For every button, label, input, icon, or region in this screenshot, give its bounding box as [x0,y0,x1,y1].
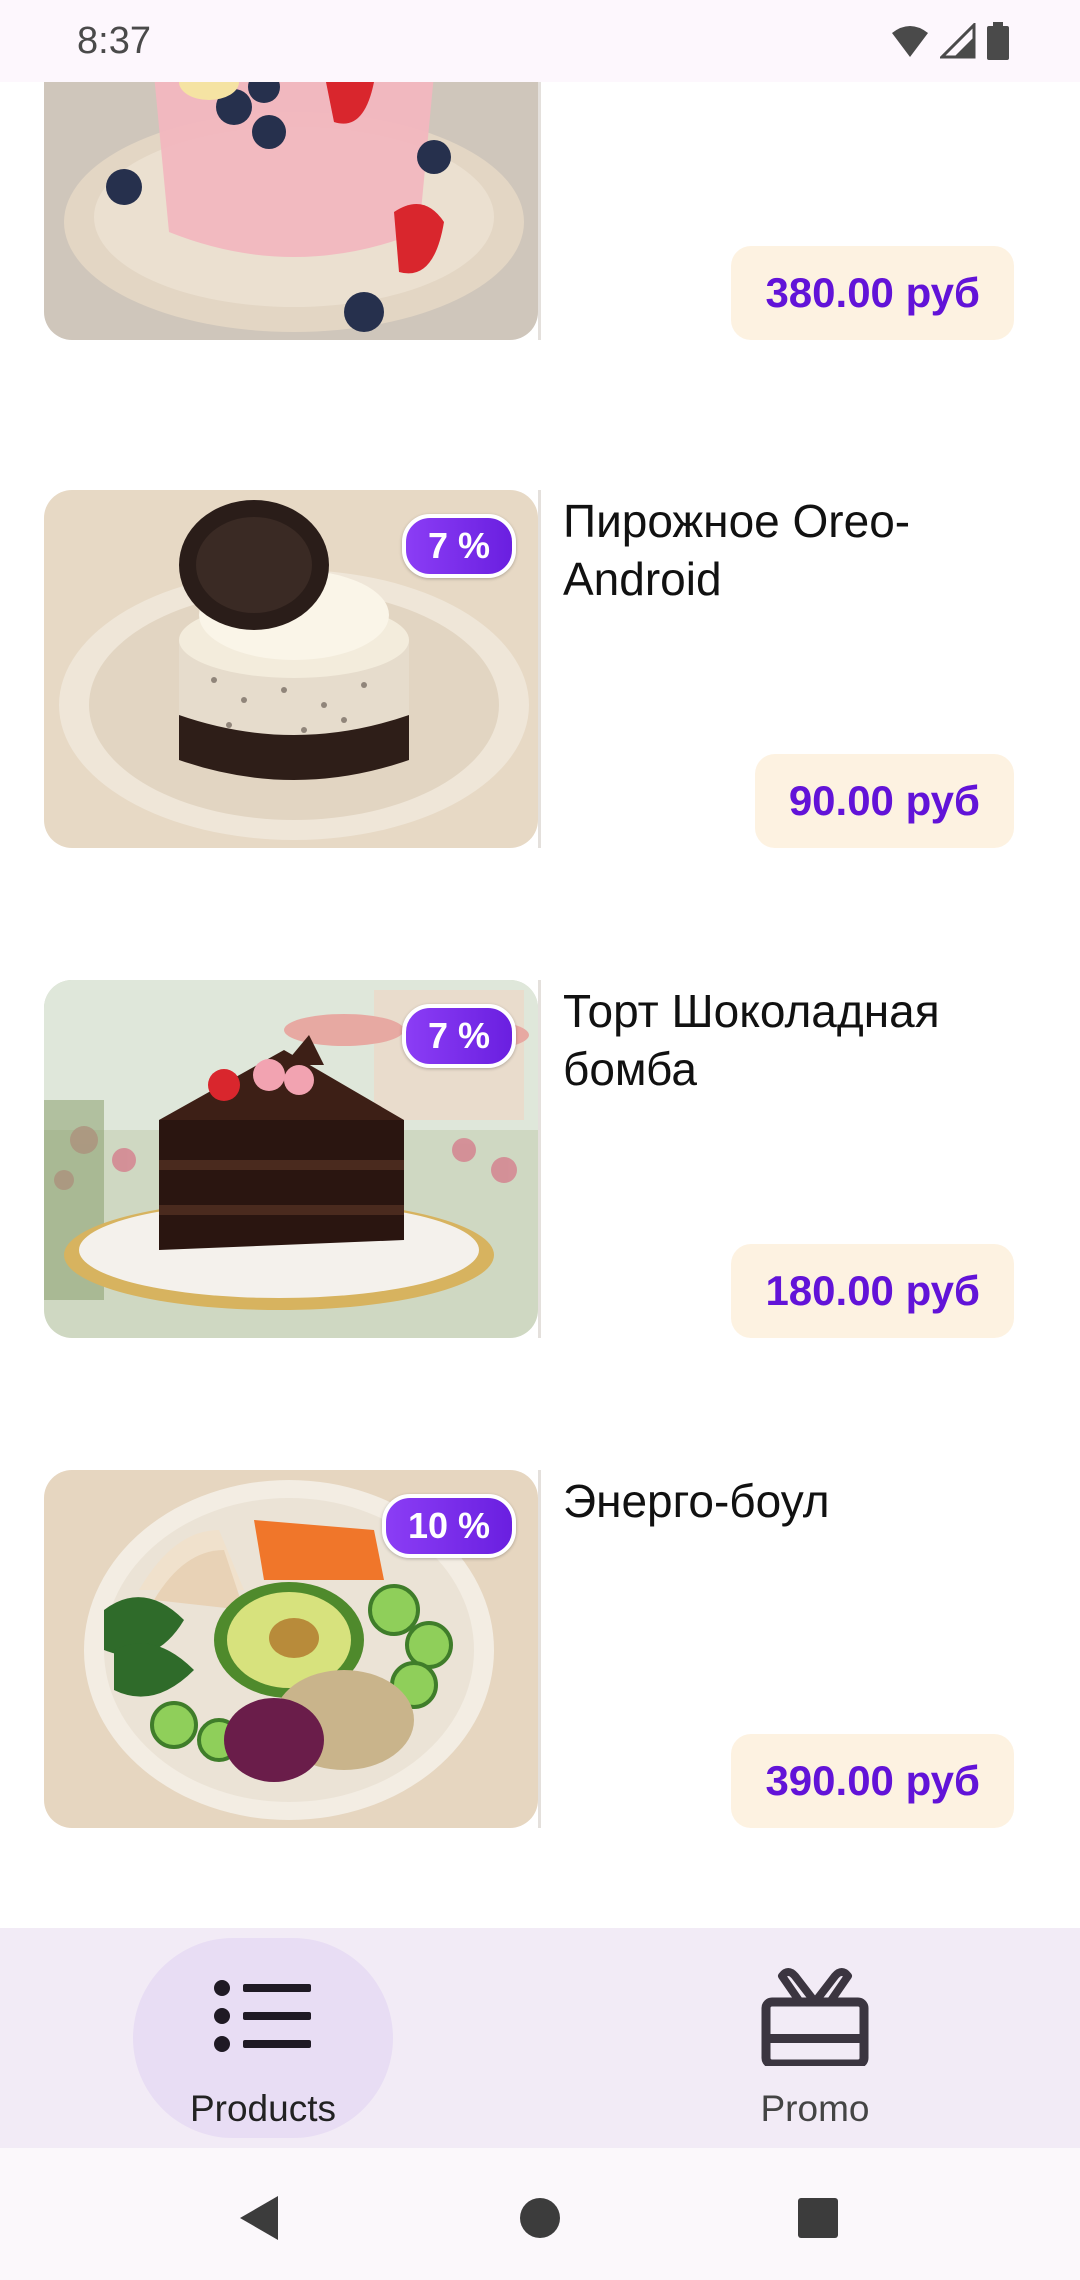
product-price: 180.00 руб [731,1244,1014,1338]
product-title: Торт Шоколадная бомба [563,985,940,1095]
product-card[interactable]: 380.00 руб [44,82,1044,340]
bottom-navigation: Products Promo [0,1928,1080,2148]
nav-item-promo[interactable]: Promo [685,1938,945,2138]
bowl-image: 10 % [44,1470,538,1828]
product-price: 390.00 руб [731,1734,1014,1828]
chocolate-cake-image: 7 % [44,980,538,1338]
oreo-cake-image: 7 % [44,490,538,848]
status-time: 8:37 [77,20,151,62]
product-card[interactable]: 7 % Торт Шоколадная бомба 180.00 руб [44,980,1044,1338]
recents-icon[interactable] [788,2188,848,2248]
product-card[interactable]: 10 % Энерго-боул 390.00 руб [44,1470,1044,1828]
smoothie-image [44,82,538,340]
discount-badge: 7 % [401,1004,516,1068]
screen: 8:37 380.00 руб 7 % Пирожное Oreo-Androi… [0,0,1080,2280]
thumb-edge [538,1470,541,1828]
status-bar: 8:37 [0,0,1080,82]
product-title: Пирожное Oreo-Android [563,495,911,605]
product-list[interactable]: 380.00 руб 7 % Пирожное Oreo-Android 90.… [0,82,1080,1928]
nav-label-products: Products [189,2088,336,2129]
status-icons [890,22,1010,60]
wifi-icon [892,26,928,57]
product-price: 380.00 руб [731,246,1014,340]
product-price: 90.00 руб [754,754,1014,848]
thumb-edge [538,980,541,1338]
nav-label-promo: Promo [760,2088,870,2129]
system-navigation-bar [0,2148,1080,2280]
discount-badge: 10 % [381,1494,516,1558]
nav-item-products[interactable]: Products [133,1938,393,2138]
signal-icon [940,23,976,59]
thumb-edge [538,490,541,848]
home-icon[interactable] [510,2188,570,2248]
discount-badge: 7 % [401,514,516,578]
product-title: Энерго-боул [563,1475,830,1527]
back-icon[interactable] [230,2188,290,2248]
product-card[interactable]: 7 % Пирожное Oreo-Android 90.00 руб [44,490,1044,848]
battery-icon [987,22,1009,60]
gift-icon [761,1968,869,2066]
list-icon [214,1980,311,2052]
thumb-edge [538,82,541,340]
